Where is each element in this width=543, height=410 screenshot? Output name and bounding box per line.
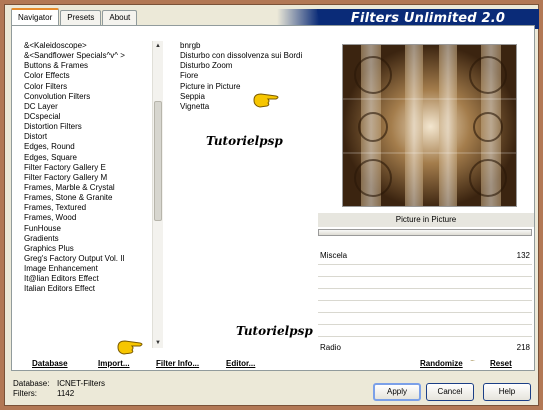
watermark-text-bottom: Tutorielpsp: [236, 324, 313, 338]
filter-item[interactable]: Vignetta: [178, 102, 308, 112]
param-miscela[interactable]: Miscela 132: [318, 250, 532, 261]
filter-name-caption: Picture in Picture: [318, 213, 534, 227]
scrollbar-thumb[interactable]: [154, 101, 162, 221]
scroll-up-arrow-icon[interactable]: ▲: [153, 41, 163, 51]
category-item[interactable]: Convolution Filters: [22, 92, 150, 102]
category-item[interactable]: Edges, Square: [22, 153, 150, 163]
category-item[interactable]: Frames, Wood: [22, 213, 150, 223]
category-item[interactable]: Distort: [22, 132, 150, 142]
navigator-panel: &<Kaleidoscope> &<Sandflower Specials^v^ …: [11, 25, 535, 371]
tab-bar: Navigator Presets About: [11, 8, 138, 25]
param-value: 218: [516, 343, 530, 352]
filters-status-value: 1142: [57, 389, 75, 398]
param-label: Miscela: [320, 251, 348, 260]
category-item[interactable]: Frames, Stone & Granite: [22, 193, 150, 203]
category-item[interactable]: It@lian Editors Effect: [22, 274, 150, 284]
category-item[interactable]: Distortion Filters: [22, 122, 150, 132]
category-item[interactable]: DC Layer: [22, 102, 150, 112]
slider-divider: [318, 276, 532, 277]
filter-item[interactable]: Fiore: [178, 71, 308, 81]
tab-navigator[interactable]: Navigator: [11, 8, 60, 25]
filter-item[interactable]: bnrgb: [178, 41, 308, 51]
watermark-text-top: Tutorielpsp: [206, 134, 283, 148]
tab-presets[interactable]: Presets: [60, 10, 102, 25]
preview-pattern: [343, 45, 516, 206]
category-item[interactable]: FunHouse: [22, 224, 150, 234]
category-item[interactable]: Color Filters: [22, 82, 150, 92]
category-item[interactable]: Frames, Marble & Crystal: [22, 183, 150, 193]
filter-item[interactable]: Disturbo Zoom: [178, 61, 308, 71]
help-button[interactable]: Help: [483, 383, 531, 401]
param-radio[interactable]: Radio 218: [318, 342, 532, 353]
category-item[interactable]: Frames, Textured: [22, 203, 150, 213]
filter-item[interactable]: Disturbo con dissolvenza sui Bordi: [178, 51, 308, 61]
pointing-hand-icon: [117, 340, 143, 355]
slider-divider: [318, 312, 532, 313]
filter-list[interactable]: bnrgb Disturbo con dissolvenza sui Bordi D…: [178, 41, 308, 121]
filters-status-label: Filters:: [13, 389, 37, 398]
progress-bar: [318, 229, 532, 236]
category-item[interactable]: Edges, Round: [22, 142, 150, 152]
pointing-hand-icon: [253, 93, 279, 108]
filter-preview-image: [342, 44, 517, 207]
reset-link[interactable]: Reset: [490, 359, 512, 368]
filter-info-link[interactable]: Filter Info...: [156, 359, 199, 368]
parameter-area: Miscela 132 Radio 218: [318, 246, 532, 360]
category-item[interactable]: Color Effects: [22, 71, 150, 81]
category-scrollbar[interactable]: ▲ ▼: [152, 41, 163, 348]
database-status-label: Database:: [13, 379, 50, 388]
app-title: Filters Unlimited 2.0: [350, 11, 506, 26]
slider-divider: [318, 336, 532, 337]
cancel-button[interactable]: Cancel: [426, 383, 474, 401]
category-item[interactable]: &<Kaleidoscope>: [22, 41, 150, 51]
database-link[interactable]: Database: [32, 359, 68, 368]
filter-item[interactable]: Seppia: [178, 92, 308, 102]
category-item[interactable]: Italian Editors Effect: [22, 284, 150, 294]
editor-link[interactable]: Editor...: [226, 359, 255, 368]
database-status-value: ICNET-Filters: [57, 379, 105, 388]
tab-about[interactable]: About: [102, 10, 138, 25]
category-item[interactable]: Graphics Plus: [22, 244, 150, 254]
category-item[interactable]: Image Enhancement: [22, 264, 150, 274]
category-item[interactable]: Filter Factory Gallery M: [22, 173, 150, 183]
slider-divider: [318, 324, 532, 325]
randomize-link[interactable]: Randomize: [420, 359, 463, 368]
filter-item[interactable]: Picture in Picture: [178, 82, 308, 92]
param-value: 132: [516, 251, 530, 260]
category-item[interactable]: Buttons & Frames: [22, 61, 150, 71]
category-list[interactable]: &<Kaleidoscope> &<Sandflower Specials^v^ …: [22, 41, 150, 348]
param-label: Radio: [320, 343, 341, 352]
category-item[interactable]: &<Sandflower Specials^v^ >: [22, 51, 150, 61]
slider-divider: [318, 300, 532, 301]
category-item[interactable]: Gradients: [22, 234, 150, 244]
slider-divider: [318, 264, 532, 265]
category-item[interactable]: Greg's Factory Output Vol. II: [22, 254, 150, 264]
import-link[interactable]: Import...: [98, 359, 130, 368]
slider-divider: [318, 288, 532, 289]
category-item[interactable]: Filter Factory Gallery E: [22, 163, 150, 173]
filters-unlimited-dialog: Navigator Presets About Filters Unlimite…: [4, 4, 539, 406]
apply-button[interactable]: Apply: [373, 383, 421, 401]
category-item[interactable]: DCspecial: [22, 112, 150, 122]
scroll-down-arrow-icon[interactable]: ▼: [153, 338, 163, 348]
